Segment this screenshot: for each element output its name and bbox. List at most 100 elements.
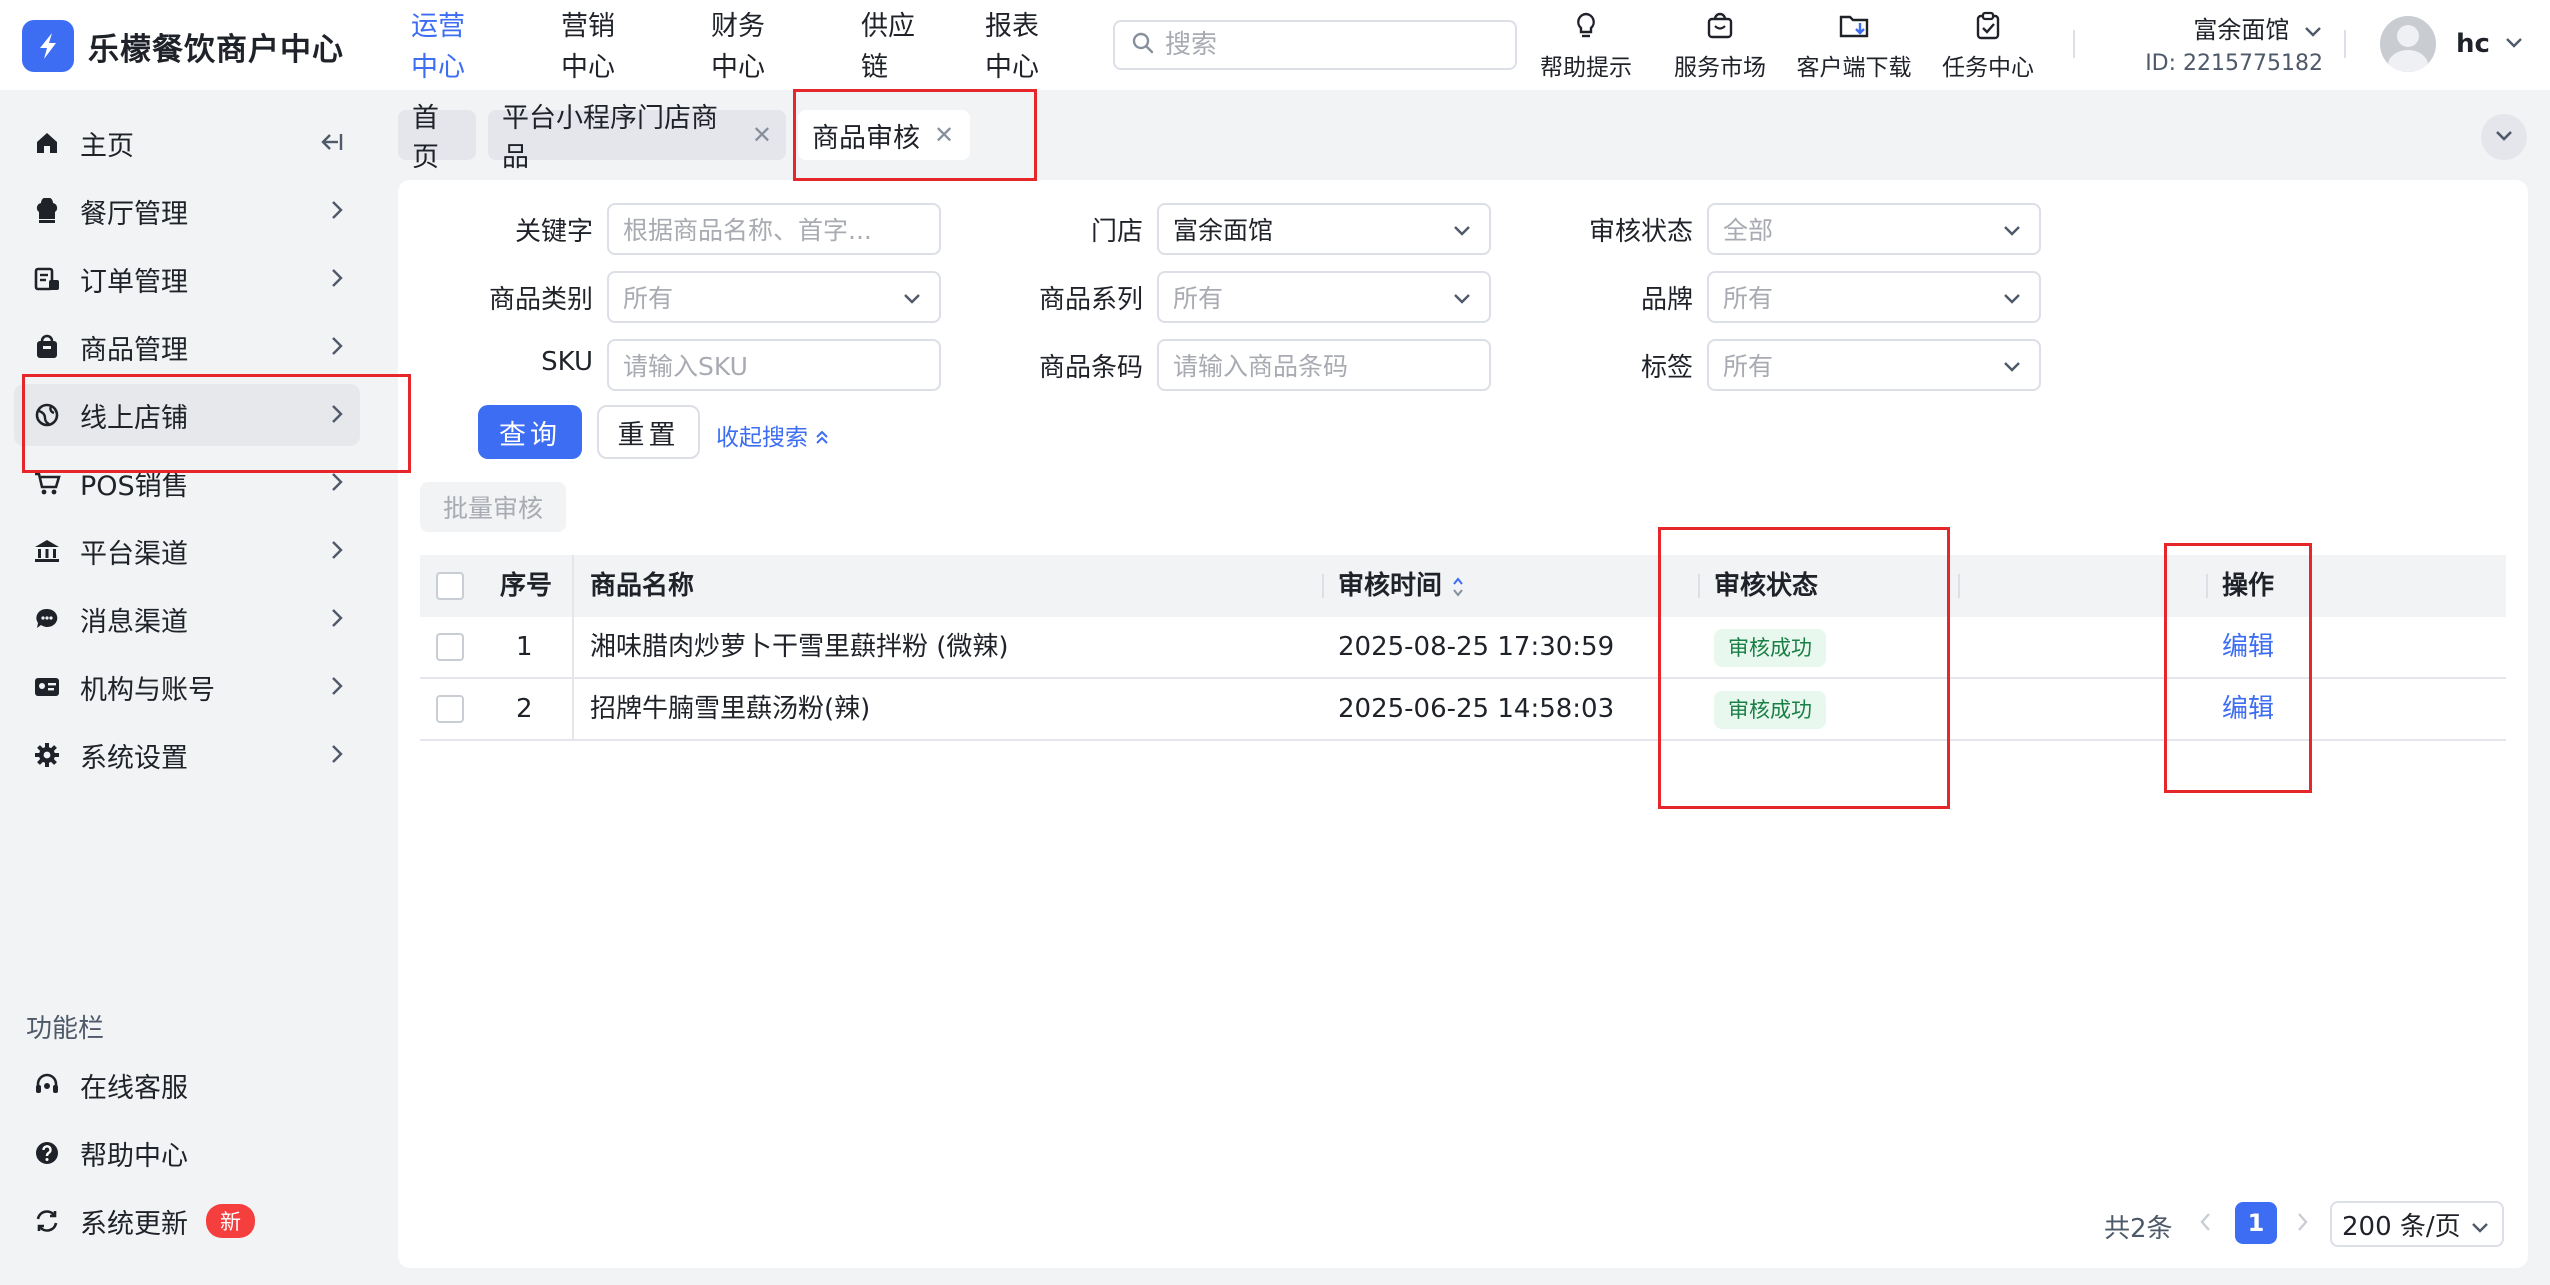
row-checkbox[interactable] [436,695,464,723]
barcode-input[interactable]: 请输入商品条码 [1157,339,1491,391]
tag-placeholder: 所有 [1723,352,1774,381]
tab-label: 商品审核 [812,122,920,154]
avatar [2380,16,2436,72]
row-index: 1 [516,632,533,662]
service-market-button[interactable]: 服务市场 [1650,8,1790,82]
clipboard-check-icon [1918,8,2058,44]
edit-link[interactable]: 编辑 [2222,679,2274,739]
next-page-icon[interactable] [2294,1210,2310,1238]
divider [2344,30,2346,58]
sidebar-item-system-settings[interactable]: 系统设置 [14,724,360,786]
column-audit-time[interactable]: 审核时间 [1338,555,1465,617]
brand-select[interactable]: 所有 [1707,271,2041,323]
select-all-checkbox[interactable] [436,572,464,600]
topnav-operations[interactable]: 运营中心 [411,6,487,88]
row-audit-time: 2025-06-25 14:58:03 [1338,694,1615,724]
app-title: 乐檬餐饮商户中心 [88,31,344,68]
reset-button[interactable]: 重置 [597,405,700,459]
column-separator [1958,574,1960,598]
sidebar-item-label: 平台渠道 [80,538,188,570]
pagination-total: 共2条 [2104,1214,2173,1244]
close-icon[interactable]: ✕ [752,121,772,149]
store-switcher[interactable]: 富余面馆 ID: 2215775182 [2133,10,2323,76]
topnav-finance[interactable]: 财务中心 [711,6,787,88]
sidebar-item-label: 机构与账号 [80,674,215,706]
sidebar-item-message-channel[interactable]: 消息渠道 [14,588,360,650]
sidebar-item-system-update[interactable]: 系统更新 新 [14,1190,360,1252]
headset-icon [30,1072,64,1098]
chevron-down-icon [2303,17,2323,45]
search-box[interactable] [1113,20,1517,70]
sidebar-item-pos-sales[interactable]: POS销售 [14,452,360,514]
keyword-input[interactable]: 根据商品名称、首字... [607,203,941,255]
query-button[interactable]: 查询 [478,405,582,459]
prev-page-icon[interactable] [2198,1210,2214,1238]
sidebar-item-orders[interactable]: 订单管理 [14,248,360,310]
sidebar-item-online-support[interactable]: 在线客服 [14,1054,360,1116]
sidebar-item-home[interactable]: 主页 [14,112,360,174]
topnav-supply-chain[interactable]: 供应链 [861,6,917,88]
row-index: 2 [516,694,533,724]
batch-audit-button[interactable]: 批量审核 [420,482,566,532]
sidebar-item-label: 系统设置 [80,742,188,774]
sidebar-item-restaurant[interactable]: 餐厅管理 [14,180,360,242]
sidebar-item-org-accounts[interactable]: 机构与账号 [14,656,360,718]
chevron-down-icon [2470,1215,2490,1245]
user-menu[interactable]: hc [2380,16,2524,72]
store-id: ID: 2215775182 [2145,51,2323,76]
folder-download-icon [1784,8,1924,44]
table-row: 2 招牌牛腩雪里蕻汤粉(辣) 2025-06-25 14:58:03 审核成功 … [420,679,2506,741]
page-size-select[interactable]: 200 条/页 [2330,1201,2504,1247]
sidebar-item-help-center[interactable]: 帮助中心 [14,1122,360,1184]
category-select[interactable]: 所有 [607,271,941,323]
client-download-button[interactable]: 客户端下载 [1784,8,1924,82]
chevron-down-icon [2001,219,2023,248]
column-separator [572,679,574,741]
tab-miniprogram-store-products[interactable]: 平台小程序门店商品 ✕ [488,103,786,173]
chevron-right-icon [330,674,344,702]
help-tips-button[interactable]: 帮助提示 [1516,8,1656,82]
sidebar-item-online-store[interactable]: 线上店铺 [14,384,360,446]
row-checkbox[interactable] [436,633,464,661]
sku-input[interactable]: 请输入SKU [607,339,941,391]
chevron-right-icon [330,266,344,294]
column-audit-status: 审核状态 [1714,571,1819,601]
series-select[interactable]: 所有 [1157,271,1491,323]
topnav-marketing[interactable]: 营销中心 [561,6,637,88]
task-center-label: 任务中心 [1942,55,2034,81]
sort-icon[interactable] [1451,571,1465,601]
chevron-right-icon [330,538,344,566]
collapse-sidebar-icon[interactable] [318,130,344,158]
audit-status-label: 审核状态 [1588,217,1693,247]
task-center-button[interactable]: 任务中心 [1918,8,2058,82]
tag-select[interactable]: 所有 [1707,339,2041,391]
close-icon[interactable]: ✕ [934,121,954,149]
sidebar-item-label: 主页 [80,130,134,162]
store-select[interactable]: 富余面馆 [1157,203,1491,255]
sidebar-item-products[interactable]: 商品管理 [14,316,360,378]
app-logo[interactable]: 乐檬餐饮商户中心 [22,20,344,72]
page-number-current[interactable]: 1 [2235,1202,2277,1244]
topnav-reports[interactable]: 报表中心 [985,6,1061,88]
column-separator [1698,574,1700,598]
search-input[interactable] [1165,30,1495,60]
tabs-dropdown-button[interactable] [2481,114,2527,160]
store-name: 富余面馆 [2193,16,2290,44]
keyword-placeholder: 根据商品名称、首字... [623,216,872,245]
refresh-icon [30,1208,64,1234]
table-row: 1 湘味腊肉炒萝卜干雪里蕻拌粉 (微辣) 2025-08-25 17:30:59… [420,617,2506,679]
brand-placeholder: 所有 [1723,284,1774,313]
search-icon [1131,31,1155,59]
collapse-search-link[interactable]: 收起搜索 [716,418,829,452]
sidebar-item-platform-channel[interactable]: 平台渠道 [14,520,360,582]
sidebar-item-label: 餐厅管理 [80,198,188,230]
tab-product-audit[interactable]: 商品审核 ✕ [798,110,970,160]
keyword-label: 关键字 [514,217,593,247]
barcode-placeholder: 请输入商品条码 [1173,352,1349,381]
edit-link[interactable]: 编辑 [2222,617,2274,677]
column-product-name: 商品名称 [590,571,695,601]
audit-status-select[interactable]: 全部 [1707,203,2041,255]
tab-home[interactable]: 首页 [398,103,476,173]
lightbulb-icon [1516,8,1656,44]
help-icon [30,1140,64,1166]
